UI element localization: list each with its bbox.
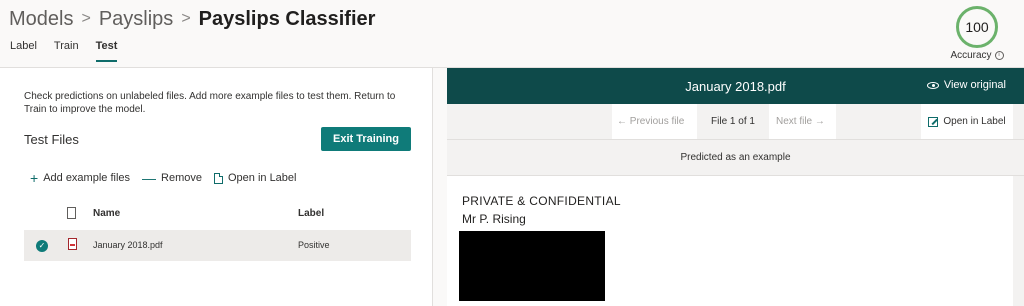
breadcrumb-models[interactable]: Models (9, 8, 73, 31)
prediction-status: Predicted as an example (447, 140, 1024, 176)
view-original-label: View original (943, 79, 1006, 91)
accuracy-score: 100 (956, 6, 998, 48)
table-row[interactable]: ✓ January 2018.pdf Positive (24, 230, 411, 261)
file-position: File 1 of 1 (697, 104, 769, 139)
tab-bar: Label Train Test (10, 40, 134, 62)
exit-training-button[interactable]: Exit Training (321, 127, 411, 151)
panel-description: Check predictions on unlabeled files. Ad… (24, 91, 396, 115)
next-file-button[interactable]: Next file → (776, 116, 825, 127)
plus-icon: + (30, 170, 39, 186)
row-label: Positive (298, 240, 330, 250)
viewer-scrollbar[interactable] (1013, 176, 1024, 306)
column-header-label[interactable]: Label (298, 208, 324, 219)
previous-file-button[interactable]: ← Previous file (617, 116, 684, 127)
remove-label: Remove (161, 172, 202, 184)
redacted-block (459, 231, 605, 301)
info-icon[interactable]: i (994, 51, 1004, 60)
document-icon (213, 172, 223, 184)
page-header: Models > Payslips > Payslips Classifier … (0, 0, 1024, 68)
document-line: Mr P. Rising (462, 212, 526, 226)
breadcrumb-payslips[interactable]: Payslips (99, 8, 173, 31)
pdf-icon (68, 238, 77, 250)
file-type-icon (67, 207, 76, 219)
next-file-label: Next file (776, 116, 813, 127)
document-line: PRIVATE & CONFIDENTIAL (462, 194, 621, 208)
accuracy-widget: 100 Accuracy i (946, 6, 1008, 61)
file-pager: ← Previous file File 1 of 1 Next file → … (447, 104, 1024, 140)
add-example-files-button[interactable]: + Add example files (30, 170, 131, 186)
breadcrumb-separator: > (81, 10, 91, 27)
column-header-name[interactable]: Name (93, 208, 120, 219)
page-title: Payslips Classifier (198, 7, 376, 30)
row-file-name: January 2018.pdf (93, 240, 163, 250)
tab-label[interactable]: Label (10, 40, 37, 62)
tab-test[interactable]: Test (95, 40, 117, 62)
open-in-label-button[interactable]: Open in Label (213, 172, 297, 184)
breadcrumb: Models > Payslips > Payslips Classifier (9, 5, 375, 33)
breadcrumb-separator: > (181, 10, 191, 27)
document-page: PRIVATE & CONFIDENTIAL Mr P. Rising (447, 176, 1013, 306)
test-files-title: Test Files (24, 132, 79, 147)
add-example-files-label: Add example files (43, 172, 131, 184)
tab-train[interactable]: Train (54, 40, 79, 62)
viewer-open-in-label-text: Open in Label (943, 116, 1006, 127)
accuracy-label-row: Accuracy i (946, 50, 1008, 61)
table-header: Name Label (24, 206, 411, 228)
open-in-label-label: Open in Label (227, 172, 297, 184)
previous-file-label: Previous file (629, 116, 685, 127)
viewer-open-in-label-button[interactable]: Open in Label (921, 104, 1013, 139)
edit-icon (928, 116, 939, 127)
remove-button[interactable]: — Remove (142, 170, 202, 186)
arrow-right-icon: → (814, 116, 825, 127)
viewer-header: January 2018.pdf View original (447, 68, 1024, 104)
view-original-button[interactable]: View original (926, 79, 1006, 91)
document-viewer: January 2018.pdf View original ← Previou… (447, 68, 1024, 306)
arrow-left-icon: ← (617, 116, 627, 127)
minus-icon: — (142, 170, 157, 186)
checkmark-icon[interactable]: ✓ (36, 240, 48, 252)
command-bar: + Add example files — Remove Open in Lab… (30, 170, 308, 186)
accuracy-label: Accuracy (950, 50, 992, 61)
eye-icon (926, 81, 939, 89)
test-files-panel: Check predictions on unlabeled files. Ad… (0, 68, 433, 306)
